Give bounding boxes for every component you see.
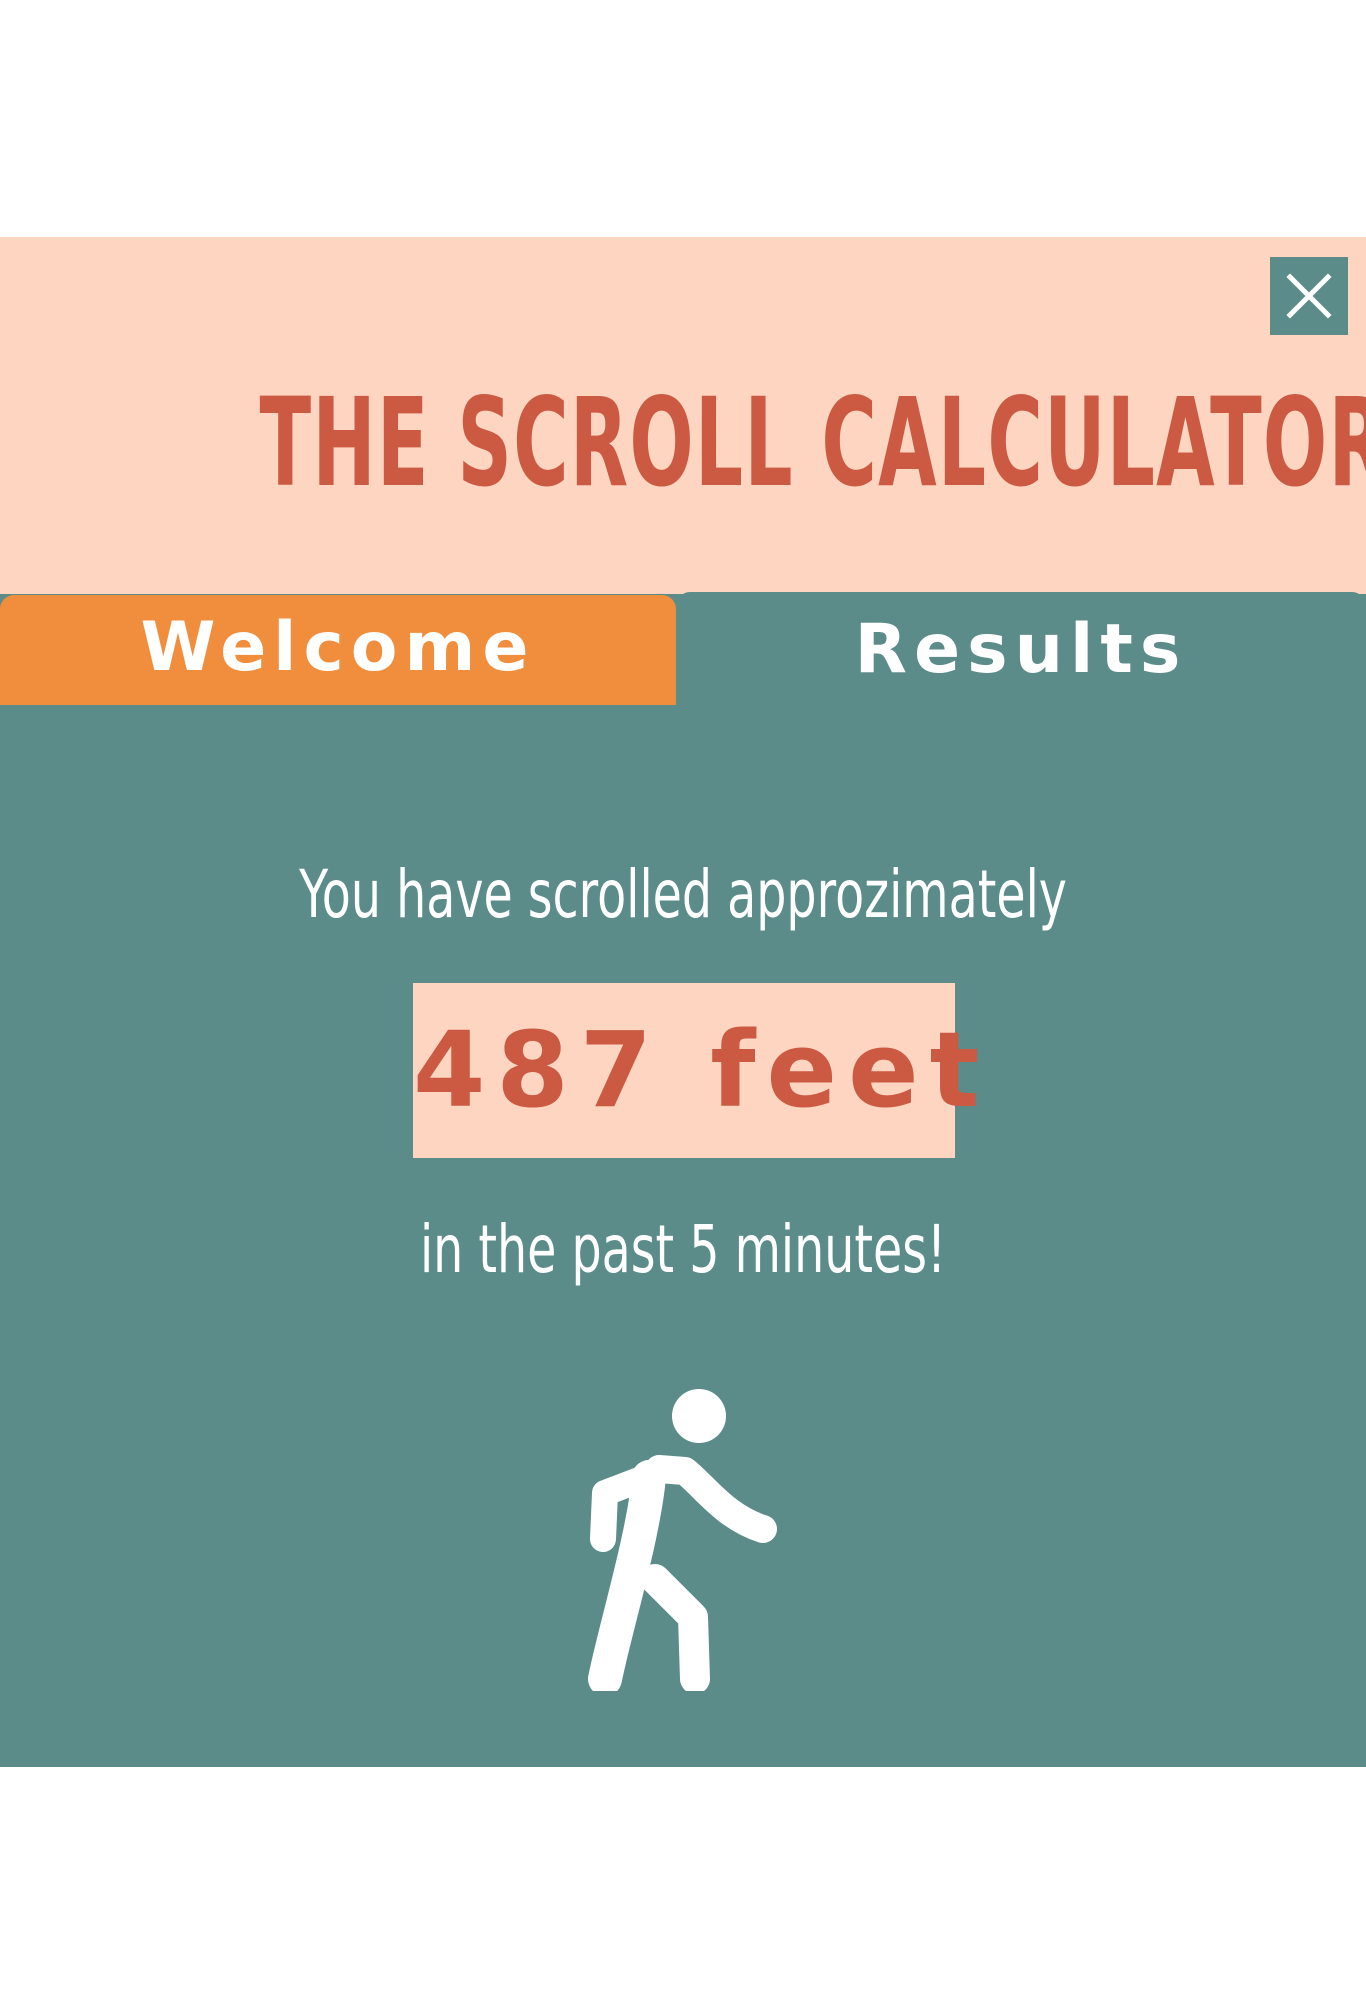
results-timeframe-text: in the past 5 minutes! <box>419 1211 947 1288</box>
tab-welcome[interactable]: Welcome <box>0 595 676 705</box>
scroll-distance-value: 487 feet <box>413 983 979 1158</box>
results-intro-text: You have scrolled approzimately <box>299 856 1067 933</box>
close-icon <box>1286 273 1332 319</box>
scroll-calculator-modal: THE SCROLL CALCULATOR Welcome Results Yo… <box>0 237 1366 1767</box>
close-button[interactable] <box>1270 257 1348 335</box>
modal-header: THE SCROLL CALCULATOR <box>0 237 1366 594</box>
walking-person-icon <box>588 1389 777 1691</box>
page-title: THE SCROLL CALCULATOR <box>259 372 1366 514</box>
tab-results[interactable]: Results <box>676 592 1366 705</box>
